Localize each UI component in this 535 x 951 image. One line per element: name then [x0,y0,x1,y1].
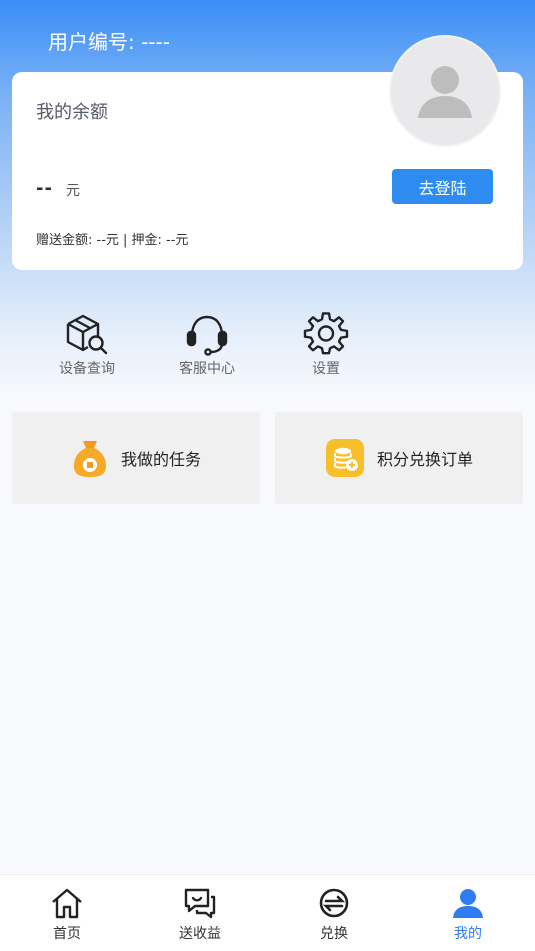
gift-deposit-text: 赠送金额: --元 | 押金: --元 [36,233,189,248]
coins-icon [325,439,364,477]
tab-home-label: 首页 [53,926,81,942]
headset-icon [186,315,228,356]
tab-home[interactable]: 首页 [27,887,107,943]
tab-mine[interactable]: 我的 [428,887,508,943]
exchange-icon [319,888,349,918]
points-exchange-orders-label: 积分兑换订单 [376,450,473,469]
quick-customer-service[interactable]: 客服中心 [162,312,252,378]
points-exchange-orders-tile[interactable]: 积分兑换订单 [275,412,523,504]
tab-send-earnings[interactable]: 送收益 [160,887,240,943]
tab-send-earnings-label: 送收益 [179,926,221,942]
my-tasks-tile[interactable]: 我做的任务 [12,412,260,504]
quick-device-search-label: 设备查询 [59,361,115,377]
user-icon [453,889,483,918]
device-search-icon [66,314,108,355]
quick-device-search[interactable]: 设备查询 [42,312,132,378]
quick-settings[interactable]: 设置 [281,312,371,378]
tab-mine-label: 我的 [454,926,482,942]
money-bag-icon [73,441,107,477]
quick-settings-label: 设置 [312,361,340,377]
my-tasks-label: 我做的任务 [120,450,201,469]
tab-exchange-label: 兑换 [320,926,348,942]
balance-unit: 元 [66,183,80,199]
avatar[interactable] [389,35,501,147]
quick-customer-service-label: 客服中心 [179,361,235,377]
bottom-tab-bar: 首页 送收益 兑换 我的 [0,874,535,951]
user-placeholder-icon [418,66,472,118]
home-icon [52,888,82,919]
login-button[interactable]: 去登陆 [392,169,493,204]
tab-exchange[interactable]: 兑换 [294,887,374,943]
gear-icon [303,312,349,355]
balance-amount: -- [36,178,53,199]
chat-icon [184,888,216,919]
balance-title: 我的余额 [36,102,108,123]
user-id-label: 用户编号: ---- [48,30,170,54]
